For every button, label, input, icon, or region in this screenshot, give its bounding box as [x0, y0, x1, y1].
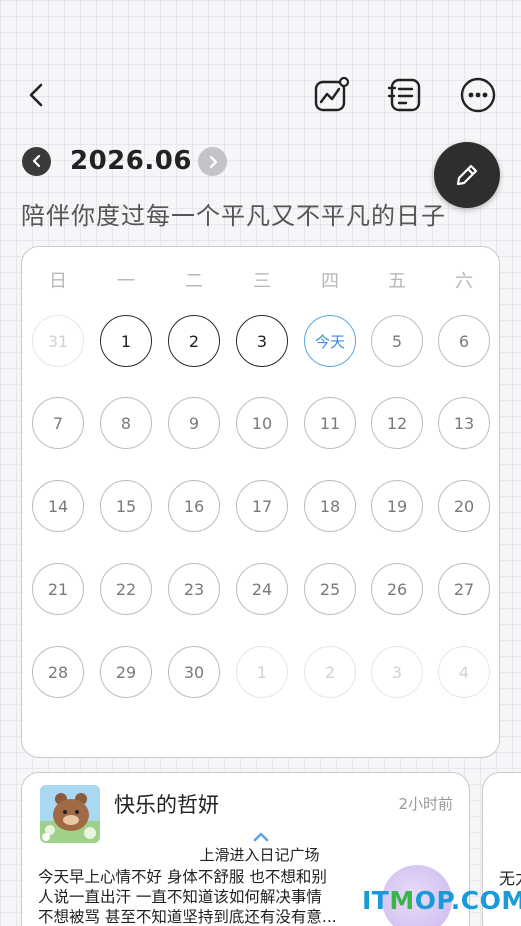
site-watermark: ITMOP.COM [362, 886, 521, 915]
day-cell[interactable]: 13 [438, 397, 490, 449]
day-cell[interactable]: 4 [438, 646, 490, 698]
day-cell[interactable]: 26 [371, 563, 423, 615]
calendar-grid: 日一二三四五六 31 1 2 3 今天 5 6 7 8 9 10 11 12 13 14 15 16 17 18 19… [21, 246, 500, 758]
chevron-left-icon [29, 83, 43, 107]
weekday-label: 三 [253, 271, 271, 292]
day-cell[interactable]: 31 [32, 315, 84, 367]
weekday-header: 日一二三四五六 [22, 267, 499, 295]
day-cell[interactable]: 6 [438, 315, 490, 367]
diary-line: 人说一直出汗 一直不知道该如何解决事情 [38, 888, 322, 906]
more-button[interactable] [457, 74, 499, 116]
statistics-button[interactable] [310, 74, 352, 116]
day-cell[interactable]: 29 [100, 646, 152, 698]
day-cell[interactable]: 23 [168, 563, 220, 615]
chevron-left-icon [32, 154, 40, 168]
watermark-part: IT [362, 886, 390, 915]
swipe-up-label: 上滑进入日记广场 [199, 846, 320, 864]
diary-line: 不想被骂 甚至不知道坚持到底还有没有意... [38, 908, 337, 926]
weekday-label: 日 [49, 271, 67, 292]
diary-time: 2小时前 [398, 795, 453, 813]
day-cell[interactable]: 21 [32, 563, 84, 615]
more-icon [460, 77, 496, 113]
weekday-label: 四 [321, 271, 339, 292]
chevron-right-icon [209, 155, 217, 168]
weekday-label: 一 [117, 271, 135, 292]
day-cell[interactable]: 15 [100, 480, 152, 532]
day-cell[interactable]: 11 [304, 397, 356, 449]
diary-excerpt: 今天早上心情不好 身体不舒服 也不想和别 人说一直出汗 一直不知道该如何解决事情… [38, 867, 358, 926]
prev-month-button[interactable] [22, 146, 51, 176]
top-bar [0, 0, 521, 140]
diary-list-button[interactable] [384, 74, 426, 116]
day-cell[interactable]: 28 [32, 646, 84, 698]
day-cell[interactable]: 8 [100, 397, 152, 449]
day-cell[interactable]: 2 [168, 315, 220, 367]
swipe-up-hint[interactable]: 上滑进入日记广场 [0, 830, 521, 865]
day-cell-today[interactable]: 今天 [304, 315, 356, 367]
day-cell[interactable]: 18 [304, 480, 356, 532]
diary-author[interactable]: 快乐的哲妍 [114, 789, 219, 819]
watermark-part: M [389, 886, 415, 915]
chevron-up-icon [253, 832, 268, 842]
day-cell[interactable]: 3 [236, 315, 288, 367]
weekday-label: 六 [455, 271, 473, 292]
day-cell[interactable]: 14 [32, 480, 84, 532]
day-cell[interactable]: 10 [236, 397, 288, 449]
day-cell[interactable]: 2 [304, 646, 356, 698]
day-cell[interactable]: 9 [168, 397, 220, 449]
day-cell[interactable]: 1 [236, 646, 288, 698]
day-cell[interactable]: 1 [100, 315, 152, 367]
day-cell[interactable]: 25 [304, 563, 356, 615]
month-label: 2026.06 [70, 146, 192, 176]
back-button[interactable] [20, 78, 54, 112]
pencil-icon [456, 164, 478, 186]
weekday-label: 二 [185, 271, 203, 292]
weekday-label: 五 [388, 271, 406, 292]
day-cell[interactable]: 16 [168, 480, 220, 532]
day-cell[interactable]: 30 [168, 646, 220, 698]
tagline: 陪伴你度过每一个平凡又不平凡的日子 [21, 202, 446, 230]
day-cell[interactable]: 27 [438, 563, 490, 615]
watermark-part: OP.COM [414, 886, 521, 915]
next-month-button[interactable] [198, 147, 227, 176]
day-cell[interactable]: 12 [371, 397, 423, 449]
day-cell[interactable]: 17 [236, 480, 288, 532]
day-cell[interactable]: 3 [371, 646, 423, 698]
day-cell[interactable]: 19 [371, 480, 423, 532]
day-cell[interactable]: 24 [236, 563, 288, 615]
day-cell[interactable]: 7 [32, 397, 84, 449]
chart-icon [314, 76, 350, 112]
list-icon [387, 78, 421, 112]
diary-line: 今天早上心情不好 身体不舒服 也不想和别 [38, 868, 327, 886]
day-cell[interactable]: 5 [371, 315, 423, 367]
day-cell[interactable]: 22 [100, 563, 152, 615]
day-cell[interactable]: 20 [438, 480, 490, 532]
month-switcher: 2026.06 [22, 144, 227, 178]
